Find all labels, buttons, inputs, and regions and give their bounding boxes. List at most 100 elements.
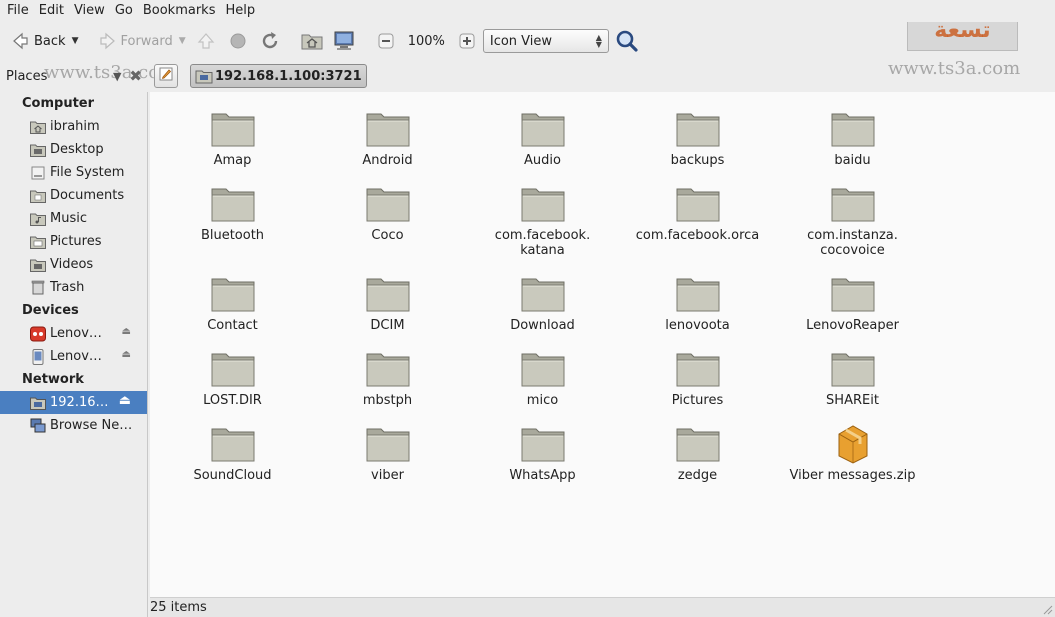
sidebar-item-browse-network[interactable]: Browse Ne…	[0, 414, 147, 437]
status-bar: 25 items	[150, 597, 1055, 617]
sidebar-item-label: Desktop	[50, 142, 104, 157]
file-name-label: WhatsApp	[509, 468, 576, 483]
folder-item[interactable]: backups	[620, 102, 775, 177]
close-sidebar-icon[interactable]: ✖	[129, 67, 142, 85]
network-share-icon	[195, 67, 213, 85]
menu-go[interactable]: Go	[110, 0, 138, 22]
back-history-dropdown-icon[interactable]: ▼	[72, 36, 79, 46]
sidebar-item-videos[interactable]: Videos	[0, 253, 147, 276]
folder-item[interactable]: viber	[310, 417, 465, 492]
forward-arrow-icon	[96, 29, 120, 53]
resize-grip-icon[interactable]	[1043, 605, 1053, 615]
zoom-out-button[interactable]	[370, 26, 402, 56]
eject-icon[interactable]: ⏏	[122, 326, 131, 337]
sidebar-heading-devices: Devices	[22, 303, 79, 318]
menu-help[interactable]: Help	[220, 0, 260, 22]
computer-button[interactable]	[328, 26, 360, 56]
places-dropdown-arrow-icon[interactable]: ▼	[113, 70, 121, 83]
location-bar: Places ▼ ✖ 192.168.1.100:3721	[0, 62, 1055, 90]
folder-item[interactable]: baidu	[775, 102, 930, 177]
folder-item[interactable]: Contact	[155, 267, 310, 342]
forward-history-dropdown-icon[interactable]: ▼	[179, 36, 186, 46]
folder-icon	[364, 269, 412, 317]
reload-button[interactable]	[254, 26, 286, 56]
folder-item[interactable]: Download	[465, 267, 620, 342]
file-name-label: zedge	[677, 468, 718, 483]
folder-icon	[364, 104, 412, 152]
back-button[interactable]: Back ▼	[4, 26, 82, 56]
folder-item[interactable]: Coco	[310, 177, 465, 267]
sidebar-item-desktop[interactable]: Desktop	[0, 138, 147, 161]
zoom-in-button[interactable]	[451, 26, 483, 56]
view-mode-select[interactable]: Icon View ▲ ▼	[482, 29, 609, 53]
eject-icon[interactable]: ⏏	[119, 393, 131, 408]
menu-file[interactable]: File	[2, 0, 34, 22]
folder-item[interactable]: Audio	[465, 102, 620, 177]
file-name-label: LOST.DIR	[203, 393, 262, 408]
home-button[interactable]	[296, 26, 328, 56]
folder-item[interactable]: lenovoota	[620, 267, 775, 342]
folder-icon	[364, 419, 412, 467]
folder-item[interactable]: LenovoReaper	[775, 267, 930, 342]
folder-item[interactable]: Android	[310, 102, 465, 177]
folder-item[interactable]: Pictures	[620, 342, 775, 417]
toggle-location-entry-button[interactable]	[154, 64, 178, 88]
folder-item[interactable]: LOST.DIR	[155, 342, 310, 417]
folder-icon	[674, 344, 722, 392]
search-button[interactable]	[611, 26, 643, 56]
file-name-label: lenovoota	[665, 318, 730, 333]
sidebar-item-device-1[interactable]: Lenov… ⏏	[0, 322, 147, 345]
sidebar-item-label: Lenov…	[50, 326, 102, 341]
menu-view[interactable]: View	[69, 0, 110, 22]
forward-label: Forward	[120, 33, 173, 49]
folder-item[interactable]: mico	[465, 342, 620, 417]
up-button[interactable]	[190, 26, 222, 56]
file-view[interactable]: Amap Android Audio backups baidu Bluetooth Coc…	[150, 92, 1055, 597]
menu-edit[interactable]: Edit	[34, 0, 69, 22]
sidebar-item-ibrahim[interactable]: ibrahim	[0, 115, 147, 138]
sidebar-item-label: Music	[50, 211, 87, 226]
sidebar-item-music[interactable]: Music	[0, 207, 147, 230]
folder-item[interactable]: zedge	[620, 417, 775, 492]
sidebar-item-pictures[interactable]: Pictures	[0, 230, 147, 253]
eject-icon[interactable]: ⏏	[122, 349, 131, 360]
places-dropdown[interactable]: Places	[6, 69, 47, 84]
sidebar-item-device-2[interactable]: Lenov… ⏏	[0, 345, 147, 368]
folder-item[interactable]: WhatsApp	[465, 417, 620, 492]
sidebar-item-trash[interactable]: Trash	[0, 276, 147, 299]
file-name-label: Contact	[207, 318, 258, 333]
file-name-label: DCIM	[370, 318, 405, 333]
folder-item[interactable]: Amap	[155, 102, 310, 177]
trash-icon	[30, 280, 46, 296]
menu-bookmarks[interactable]: Bookmarks	[138, 0, 221, 22]
file-item-zip[interactable]: Viber messages.zip	[775, 417, 930, 492]
folder-item[interactable]: DCIM	[310, 267, 465, 342]
file-name-label: Amap	[213, 153, 252, 168]
folder-icon	[674, 104, 722, 152]
folder-icon	[364, 179, 412, 227]
view-mode-value: Icon View	[489, 33, 553, 49]
folder-item[interactable]: SHAREit	[775, 342, 930, 417]
sidebar-item-documents[interactable]: Documents	[0, 184, 147, 207]
folder-item[interactable]: com.facebook.orca	[620, 177, 775, 267]
sidebar-item-label: 192.16…	[50, 395, 109, 410]
folder-item[interactable]: com.instanza. cocovoice	[775, 177, 930, 267]
pencil-icon	[158, 66, 174, 86]
path-bar-button[interactable]: 192.168.1.100:3721	[190, 64, 367, 88]
pictures-folder-icon	[30, 234, 46, 250]
places-sidebar: Computer ibrahim Desktop File System Doc…	[0, 92, 148, 617]
sidebar-item-network-share[interactable]: 192.16… ⏏	[0, 391, 147, 414]
folder-item[interactable]: Bluetooth	[155, 177, 310, 267]
folder-icon	[519, 269, 567, 317]
stop-button[interactable]	[222, 26, 254, 56]
sidebar-item-file-system[interactable]: File System	[0, 161, 147, 184]
folder-icon	[519, 104, 567, 152]
search-icon	[615, 29, 639, 53]
camera-device-icon	[30, 326, 46, 342]
file-name-label: mico	[526, 393, 559, 408]
folder-item[interactable]: mbstph	[310, 342, 465, 417]
folder-item[interactable]: com.facebook. katana	[465, 177, 620, 267]
folder-item[interactable]: SoundCloud	[155, 417, 310, 492]
forward-button[interactable]: Forward ▼	[92, 26, 189, 56]
sidebar-heading-network: Network	[22, 372, 84, 387]
